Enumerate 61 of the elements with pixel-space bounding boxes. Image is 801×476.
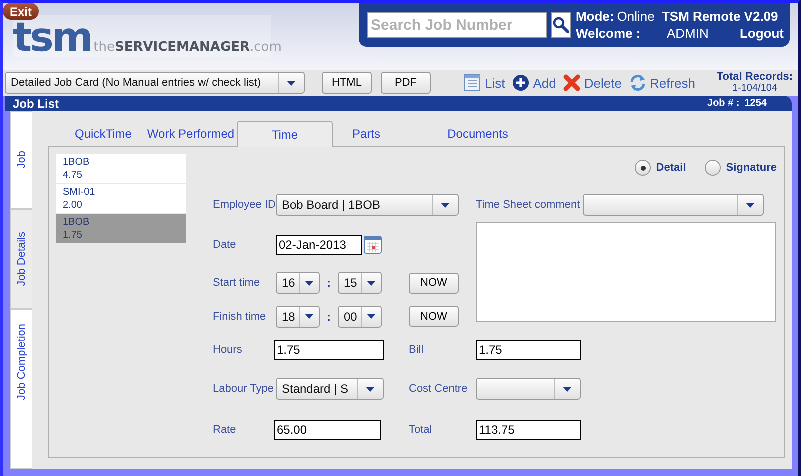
exit-button[interactable]: Exit [3, 3, 39, 20]
field-label: Bill [409, 344, 425, 356]
job-number-label: Job # : [708, 98, 740, 109]
input-field[interactable]: 02-Jan-2013 [276, 235, 362, 255]
side-tab[interactable]: Job Details [10, 209, 32, 309]
total-records-value: 1-104/104 [732, 83, 778, 95]
logout-link[interactable]: Logout [740, 26, 784, 41]
field-label: Total [409, 424, 434, 436]
input-field[interactable]: 113.75 [476, 420, 581, 440]
dropdown[interactable]: Detailed Job Card (No Manual entries w/ check list) [5, 72, 305, 94]
job-number: 1254 [744, 98, 767, 109]
now-button[interactable]: NOW [409, 306, 459, 327]
time-separator: : [326, 276, 332, 290]
dropdown[interactable]: Bob Board | 1BOB [276, 194, 459, 216]
field-label: Labour Type [213, 383, 275, 395]
radio-label[interactable]: Signature [726, 162, 777, 174]
welcome-label: Welcome : [576, 26, 642, 41]
tab[interactable]: Work Performed [145, 121, 237, 146]
search-field[interactable]: Search Job Number [367, 12, 547, 38]
field-label: Start time [213, 277, 262, 289]
dropdown[interactable]: Standard | S [276, 378, 384, 400]
delete-button[interactable]: Delete [561, 74, 624, 92]
dropdown[interactable]: 15 [338, 272, 382, 294]
field-label: Cost Centre [409, 383, 469, 395]
dropdown[interactable]: 00 [338, 306, 382, 328]
tab[interactable]: Parts [333, 121, 400, 146]
list-button[interactable]: List [462, 74, 508, 92]
mode-value: Online [617, 9, 655, 24]
add-button[interactable]: Add [510, 74, 558, 92]
dropdown[interactable]: 18 [276, 306, 320, 328]
tab[interactable]: QuickTime [48, 121, 145, 146]
export-button[interactable]: PDF [381, 72, 431, 94]
field-label: Date [213, 239, 238, 251]
logo-tagline: theSERVICEMANAGER.com [94, 40, 282, 55]
tab[interactable]: Documents [400, 121, 556, 146]
side-tab[interactable]: Job Completion [10, 309, 32, 469]
refresh-button[interactable]: Refresh [626, 74, 698, 92]
tab[interactable]: Time [237, 121, 333, 147]
input-field[interactable]: 1.75 [476, 340, 581, 360]
list-item[interactable]: SMI-01 2.00 [56, 184, 186, 213]
export-button[interactable]: HTML [322, 72, 372, 94]
input-field[interactable]: 1.75 [274, 340, 384, 360]
field-label: Employee ID [213, 199, 276, 211]
now-button[interactable]: NOW [409, 272, 459, 294]
field-label: Time Sheet comment [476, 199, 582, 211]
side-tab[interactable]: Job [10, 111, 32, 209]
total-records-label: Total Records: [716, 71, 794, 83]
list-item[interactable]: 1BOB 1.75 [56, 214, 186, 243]
app-title: TSM Remote V2.09 [662, 9, 780, 24]
radio-label[interactable]: Detail [656, 162, 686, 174]
mode-label: Mode: [576, 9, 614, 24]
field-label: Finish time [213, 310, 268, 322]
time-separator: : [326, 310, 332, 324]
field-label: Hours [213, 344, 244, 356]
input-field[interactable]: 65.00 [274, 420, 381, 440]
dropdown[interactable]: 16 [276, 272, 320, 294]
list-item[interactable]: 1BOB 4.75 [56, 154, 186, 183]
field-label: Rate [213, 424, 238, 436]
logo-mark: tsm [13, 19, 92, 57]
user-name: ADMIN [666, 26, 710, 41]
section-title: Job List [13, 96, 60, 110]
